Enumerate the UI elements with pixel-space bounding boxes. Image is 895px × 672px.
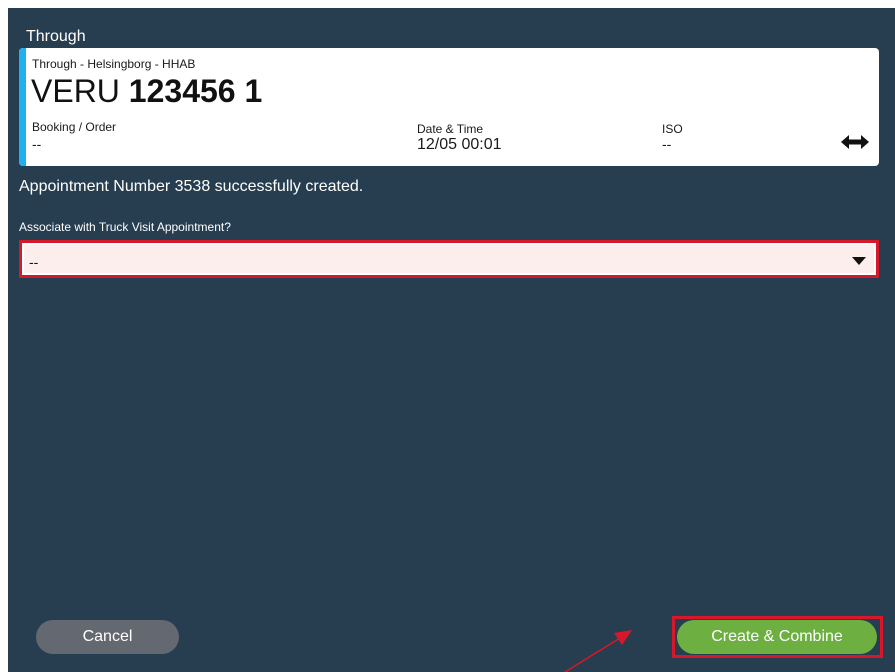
container-card: Through - Helsingborg - HHAB VERU 123456… xyxy=(19,48,879,166)
select-field[interactable]: -- xyxy=(24,245,874,273)
truck-visit-select[interactable]: -- xyxy=(19,240,879,278)
iso-label: ISO xyxy=(662,122,683,136)
cancel-button[interactable]: Cancel xyxy=(36,620,179,654)
create-combine-button[interactable]: Create & Combine xyxy=(677,620,877,654)
success-message: Appointment Number 3538 successfully cre… xyxy=(19,178,364,195)
container-prefix: VERU xyxy=(31,73,120,109)
datetime-label: Date & Time xyxy=(417,122,484,136)
route-label: Through - Helsingborg - HHAB xyxy=(32,57,196,71)
dialog-title: Through xyxy=(26,28,86,45)
swap-horizontal-icon[interactable] xyxy=(841,134,869,150)
container-id: VERU 123456 1 xyxy=(31,73,262,109)
datetime-value: 12/05 00:01 xyxy=(417,136,502,153)
booking-value: -- xyxy=(32,136,42,152)
booking-label: Booking / Order xyxy=(32,120,117,134)
associate-label: Associate with Truck Visit Appointment? xyxy=(19,220,231,234)
card-accent-bar xyxy=(19,48,26,166)
caret-down-icon[interactable] xyxy=(852,256,866,266)
iso-value: -- xyxy=(662,136,672,152)
container-number: 123456 1 xyxy=(128,73,263,109)
select-value: -- xyxy=(29,254,39,270)
